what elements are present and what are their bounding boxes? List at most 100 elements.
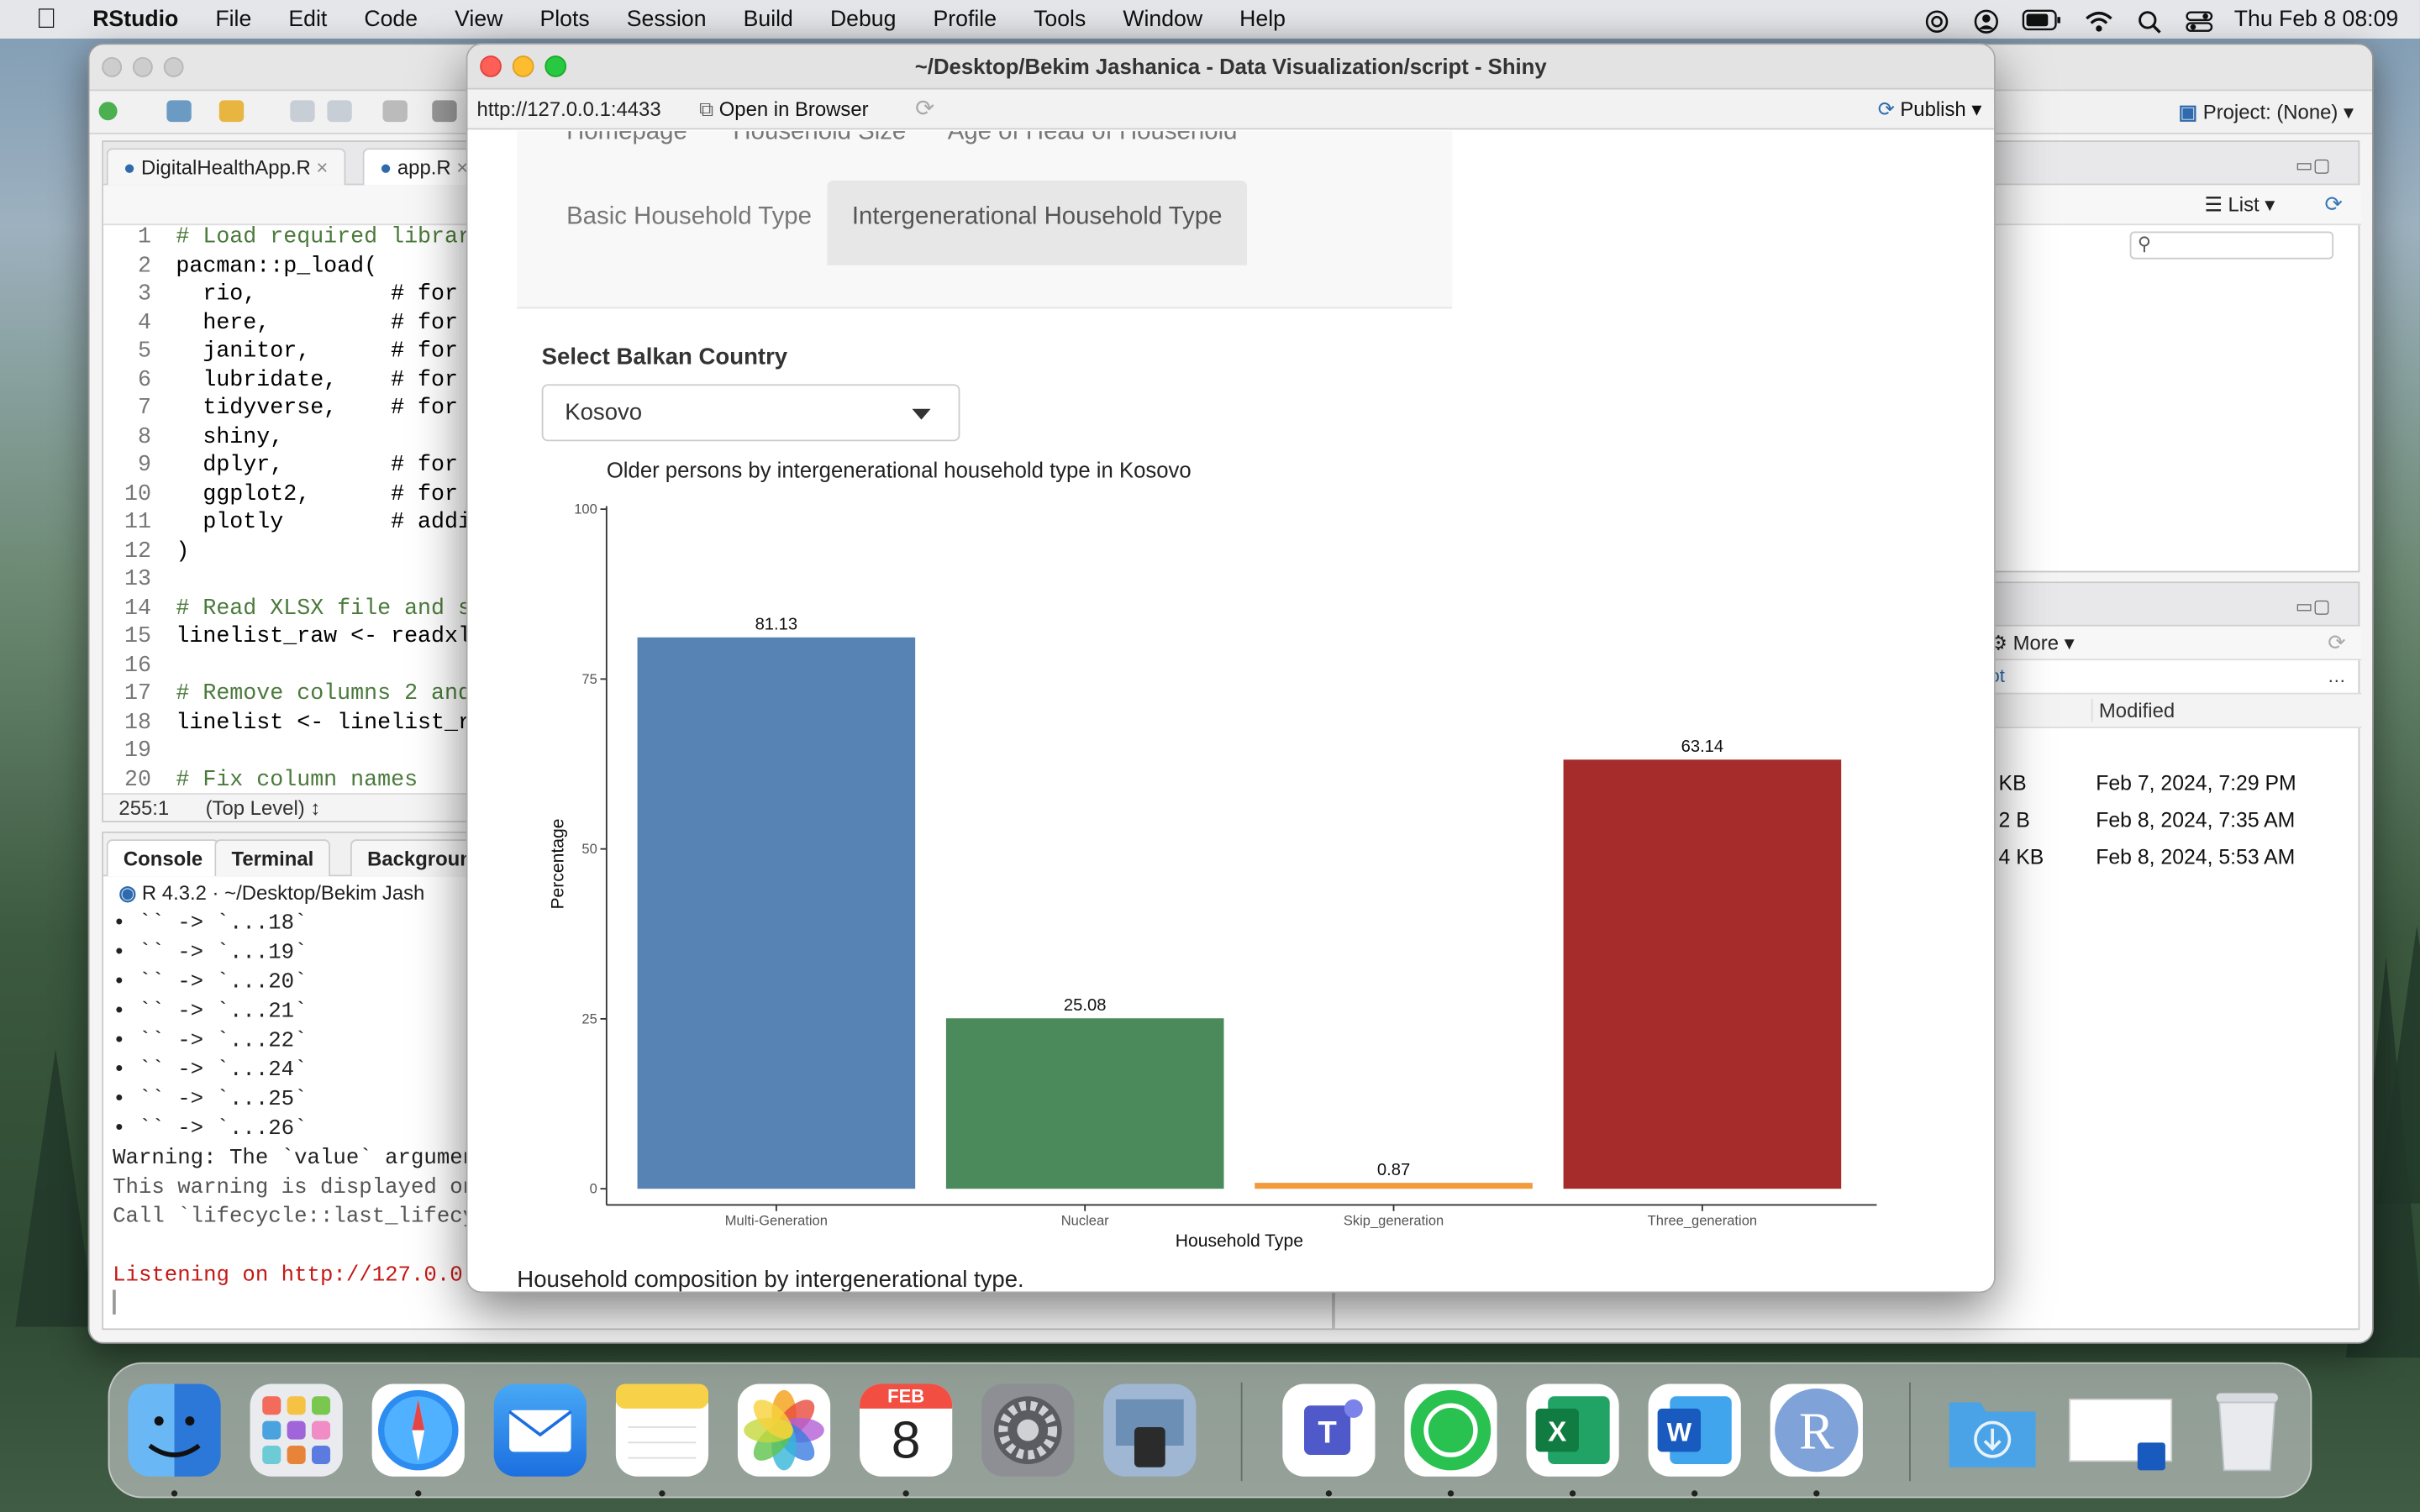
pane-maximize-icon[interactable]: ▭▢ (2296, 596, 2331, 617)
country-select[interactable]: Kosovo (541, 384, 960, 442)
refresh-icon[interactable]: ⟳ (2328, 629, 2346, 655)
photos-icon[interactable] (737, 1383, 831, 1477)
trash-icon[interactable] (2201, 1384, 2293, 1477)
tab-age-of-head[interactable]: Age of Head of Household (948, 131, 1238, 146)
menu-build[interactable]: Build (725, 7, 812, 31)
code-line[interactable]: 1 # Load required librar (103, 223, 481, 252)
wifi-icon[interactable] (2083, 8, 2114, 31)
editor-tab-digitalhealth[interactable]: ● DigitalHealthApp.R × (106, 148, 345, 186)
code-line[interactable]: 5 janitor, # for (103, 338, 481, 366)
new-file-icon[interactable] (98, 102, 118, 121)
menu-view[interactable]: View (436, 7, 521, 31)
list-view-dropdown[interactable]: ☰ List ▾ (2204, 193, 2275, 218)
tab-console[interactable]: Console (106, 839, 220, 877)
menu-plots[interactable]: Plots (521, 7, 608, 31)
tab-intergenerational-household-type[interactable]: Intergenerational Household Type (827, 180, 1247, 265)
control-center-icon[interactable] (2185, 8, 2212, 32)
menu-debug[interactable]: Debug (812, 7, 915, 31)
code-editor[interactable]: 1 # Load required librar 2 pacman::p_load(3… (103, 223, 481, 795)
maximize-window-button[interactable] (163, 56, 184, 77)
x-tick-label: Skip_generation (1344, 1212, 1444, 1228)
code-line[interactable]: 4 here, # for (103, 309, 481, 338)
save-icon[interactable] (290, 100, 315, 123)
menu-edit[interactable]: Edit (270, 7, 345, 31)
apple-icon[interactable]:  (0, 3, 92, 36)
close-window-button[interactable] (480, 55, 502, 77)
code-line[interactable]: 7 tidyverse, # for (103, 395, 481, 423)
code-line[interactable]: 6 lubridate, # for (103, 366, 481, 395)
go-to-icon[interactable] (432, 100, 457, 123)
code-line[interactable]: 14 # Read XLSX file and s (103, 595, 481, 623)
more-options-icon[interactable]: … (2328, 665, 2346, 687)
console-input-caret[interactable] (113, 1289, 116, 1315)
code-line[interactable]: 18 linelist <- linelist_r (103, 709, 481, 738)
refresh-icon[interactable]: ⟳ (2325, 192, 2344, 218)
calendar-icon[interactable]: FEB 8 (860, 1383, 953, 1477)
airdrop-icon[interactable] (1923, 8, 1950, 33)
open-in-browser-button[interactable]: ⧉ Open in Browser (699, 97, 869, 122)
project-menu[interactable]: ▣ Project: (None) ▾ (2179, 100, 2354, 124)
notes-icon[interactable] (615, 1383, 709, 1477)
safari-icon[interactable] (371, 1383, 465, 1477)
code-line[interactable]: 16 (103, 652, 481, 680)
pane-maximize-icon[interactable]: ▭▢ (2296, 155, 2331, 176)
code-line[interactable]: 8 shiny, (103, 423, 481, 452)
launchpad-icon[interactable] (250, 1383, 343, 1477)
whatsapp-icon[interactable] (1404, 1383, 1497, 1477)
code-line[interactable]: 13 (103, 566, 481, 595)
code-line[interactable]: 15 linelist_raw <- readxl (103, 623, 481, 652)
search-icon[interactable] (2135, 8, 2163, 33)
minimize-window-button[interactable] (512, 55, 534, 77)
open-file-icon[interactable] (218, 100, 245, 123)
new-project-icon[interactable] (166, 100, 192, 123)
tab-basic-household-type[interactable]: Basic Household Type (566, 203, 812, 231)
clock[interactable]: Thu Feb 8 08:09 (2234, 7, 2398, 31)
menu-tools[interactable]: Tools (1015, 7, 1104, 31)
publish-button[interactable]: ⟳ Publish ▾ (1878, 97, 1982, 122)
search-icon: ⚲ (2137, 233, 2151, 255)
code-line[interactable]: 20 # Fix column names (103, 766, 481, 795)
settings-icon[interactable] (981, 1383, 1075, 1477)
code-line[interactable]: 17 # Remove columns 2 and (103, 680, 481, 709)
tab-household-size[interactable]: Household Size (733, 131, 906, 146)
modified-column-header[interactable]: Modified (2091, 699, 2175, 722)
tab-homepage[interactable]: Homepage (566, 131, 687, 146)
code-line[interactable]: 12) (103, 538, 481, 566)
battery-icon[interactable] (2021, 8, 2061, 30)
code-line[interactable]: 3 rio, # for (103, 281, 481, 309)
teams-icon[interactable]: T (1282, 1383, 1376, 1477)
files-more-dropdown[interactable]: ⚙ More ▾ (1990, 631, 2075, 655)
reload-icon[interactable]: ⟳ (915, 94, 934, 122)
code-line[interactable]: 9 dplyr, # for (103, 452, 481, 480)
mail-icon[interactable] (493, 1383, 587, 1477)
code-line[interactable]: 11 plotly # addi (103, 509, 481, 538)
word-icon[interactable]: W (1648, 1383, 1741, 1477)
finder-icon[interactable] (128, 1383, 221, 1477)
url-field[interactable]: http://127.0.0.1:4433 (477, 97, 661, 121)
downloads-icon[interactable] (1946, 1384, 2039, 1477)
maximize-window-button[interactable] (544, 55, 567, 77)
tab-terminal[interactable]: Terminal (214, 839, 331, 877)
document-icon[interactable] (2066, 1384, 2173, 1477)
close-tab-icon[interactable]: × (316, 156, 328, 180)
code-line[interactable]: 2 pacman::p_load( (103, 252, 481, 281)
menu-session[interactable]: Session (608, 7, 725, 31)
r-icon[interactable]: R (1770, 1383, 1863, 1477)
excel-icon[interactable]: X (1526, 1383, 1619, 1477)
minimize-window-button[interactable] (132, 56, 153, 77)
save-all-icon[interactable] (327, 100, 352, 123)
menu-profile[interactable]: Profile (914, 7, 1015, 31)
environment-search-input[interactable]: ⚲ (2129, 231, 2334, 260)
app-name[interactable]: RStudio (92, 7, 197, 31)
user-icon[interactable] (1972, 8, 2000, 33)
code-line[interactable]: 19 (103, 738, 481, 766)
menu-help[interactable]: Help (1221, 7, 1304, 31)
scope-level[interactable]: (Top Level) ↕ (206, 796, 321, 820)
menu-window[interactable]: Window (1104, 7, 1221, 31)
preview-icon[interactable] (1103, 1383, 1197, 1477)
print-icon[interactable] (382, 100, 408, 123)
menu-file[interactable]: File (197, 7, 270, 31)
close-window-button[interactable] (102, 56, 123, 77)
menu-code[interactable]: Code (345, 7, 436, 31)
code-line[interactable]: 10 ggplot2, # for (103, 480, 481, 509)
